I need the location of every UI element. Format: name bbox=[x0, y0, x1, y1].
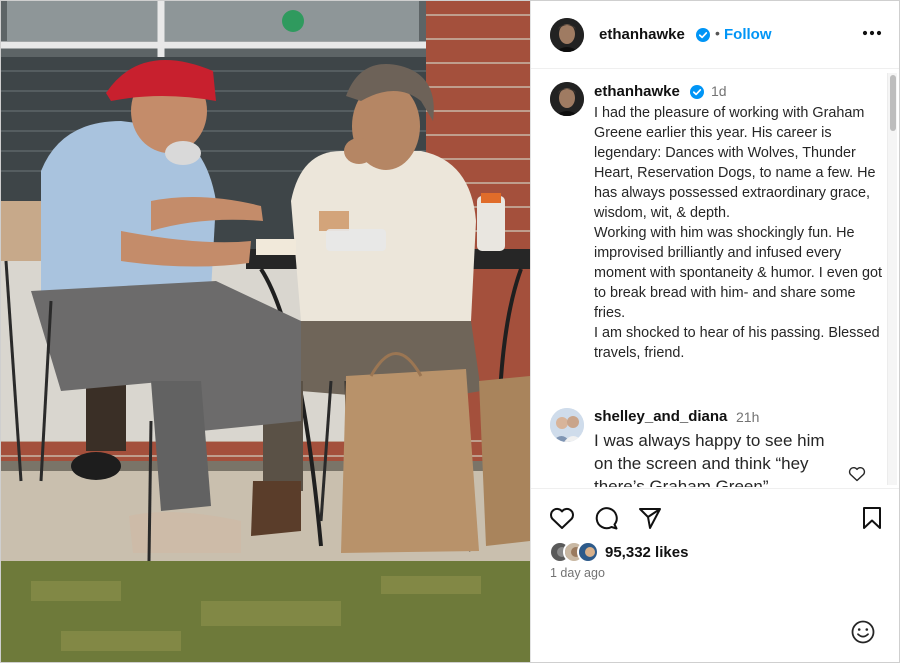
comment-timestamp[interactable]: 21h bbox=[736, 409, 759, 425]
bookmark-icon[interactable] bbox=[859, 505, 885, 531]
author-avatar[interactable] bbox=[550, 18, 584, 52]
post-header: ethanhawke • Follow bbox=[531, 1, 899, 69]
caption-username[interactable]: ethanhawke bbox=[594, 83, 680, 100]
author-avatar-image bbox=[550, 18, 584, 52]
comments-scrollbar[interactable] bbox=[887, 73, 897, 485]
paper-plane-icon[interactable] bbox=[637, 505, 663, 531]
caption-text: I had the pleasure of working with Graha… bbox=[594, 105, 882, 361]
photo-illustration bbox=[1, 1, 530, 662]
heart-icon[interactable] bbox=[549, 505, 575, 531]
verified-badge-icon bbox=[696, 28, 710, 42]
caption-author-avatar[interactable] bbox=[550, 82, 584, 116]
post-details-panel: ethanhawke • Follow ethanhawke 1d I had … bbox=[530, 1, 899, 662]
more-options-icon[interactable] bbox=[861, 23, 883, 43]
liker-avatar bbox=[577, 541, 599, 563]
author-username[interactable]: ethanhawke bbox=[599, 26, 685, 43]
more-horizontal-icon bbox=[862, 30, 882, 36]
smiley-icon[interactable] bbox=[850, 619, 876, 645]
comment-icon[interactable] bbox=[593, 505, 619, 531]
caption-timestamp[interactable]: 1d bbox=[711, 83, 727, 99]
commenter-avatar-image bbox=[550, 408, 584, 442]
follow-button[interactable]: Follow bbox=[724, 26, 772, 43]
comment-text: I was always happy to see him on the scr… bbox=[594, 431, 825, 487]
post-date[interactable]: 1 day ago bbox=[550, 566, 605, 580]
caption-avatar-image bbox=[550, 82, 584, 116]
likes-summary[interactable]: 95,332 likes bbox=[549, 540, 688, 564]
liker-avatar-image bbox=[579, 543, 597, 561]
commenter-username[interactable]: shelley_and_diana bbox=[594, 408, 727, 425]
instagram-post-window: ethanhawke • Follow ethanhawke 1d I had … bbox=[0, 0, 900, 663]
comments-scroll-area[interactable]: ethanhawke 1d I had the pleasure of work… bbox=[531, 70, 899, 487]
post-actions: 95,332 likes 1 day ago bbox=[531, 488, 899, 662]
scrollbar-thumb[interactable] bbox=[890, 75, 896, 131]
comment-heart-icon[interactable] bbox=[848, 466, 866, 482]
caption-verified-badge-icon bbox=[690, 85, 704, 99]
commenter-avatar[interactable] bbox=[550, 408, 584, 442]
header-separator: • bbox=[715, 25, 720, 41]
post-photo[interactable] bbox=[1, 1, 530, 662]
likes-count[interactable]: 95,332 likes bbox=[605, 544, 688, 561]
